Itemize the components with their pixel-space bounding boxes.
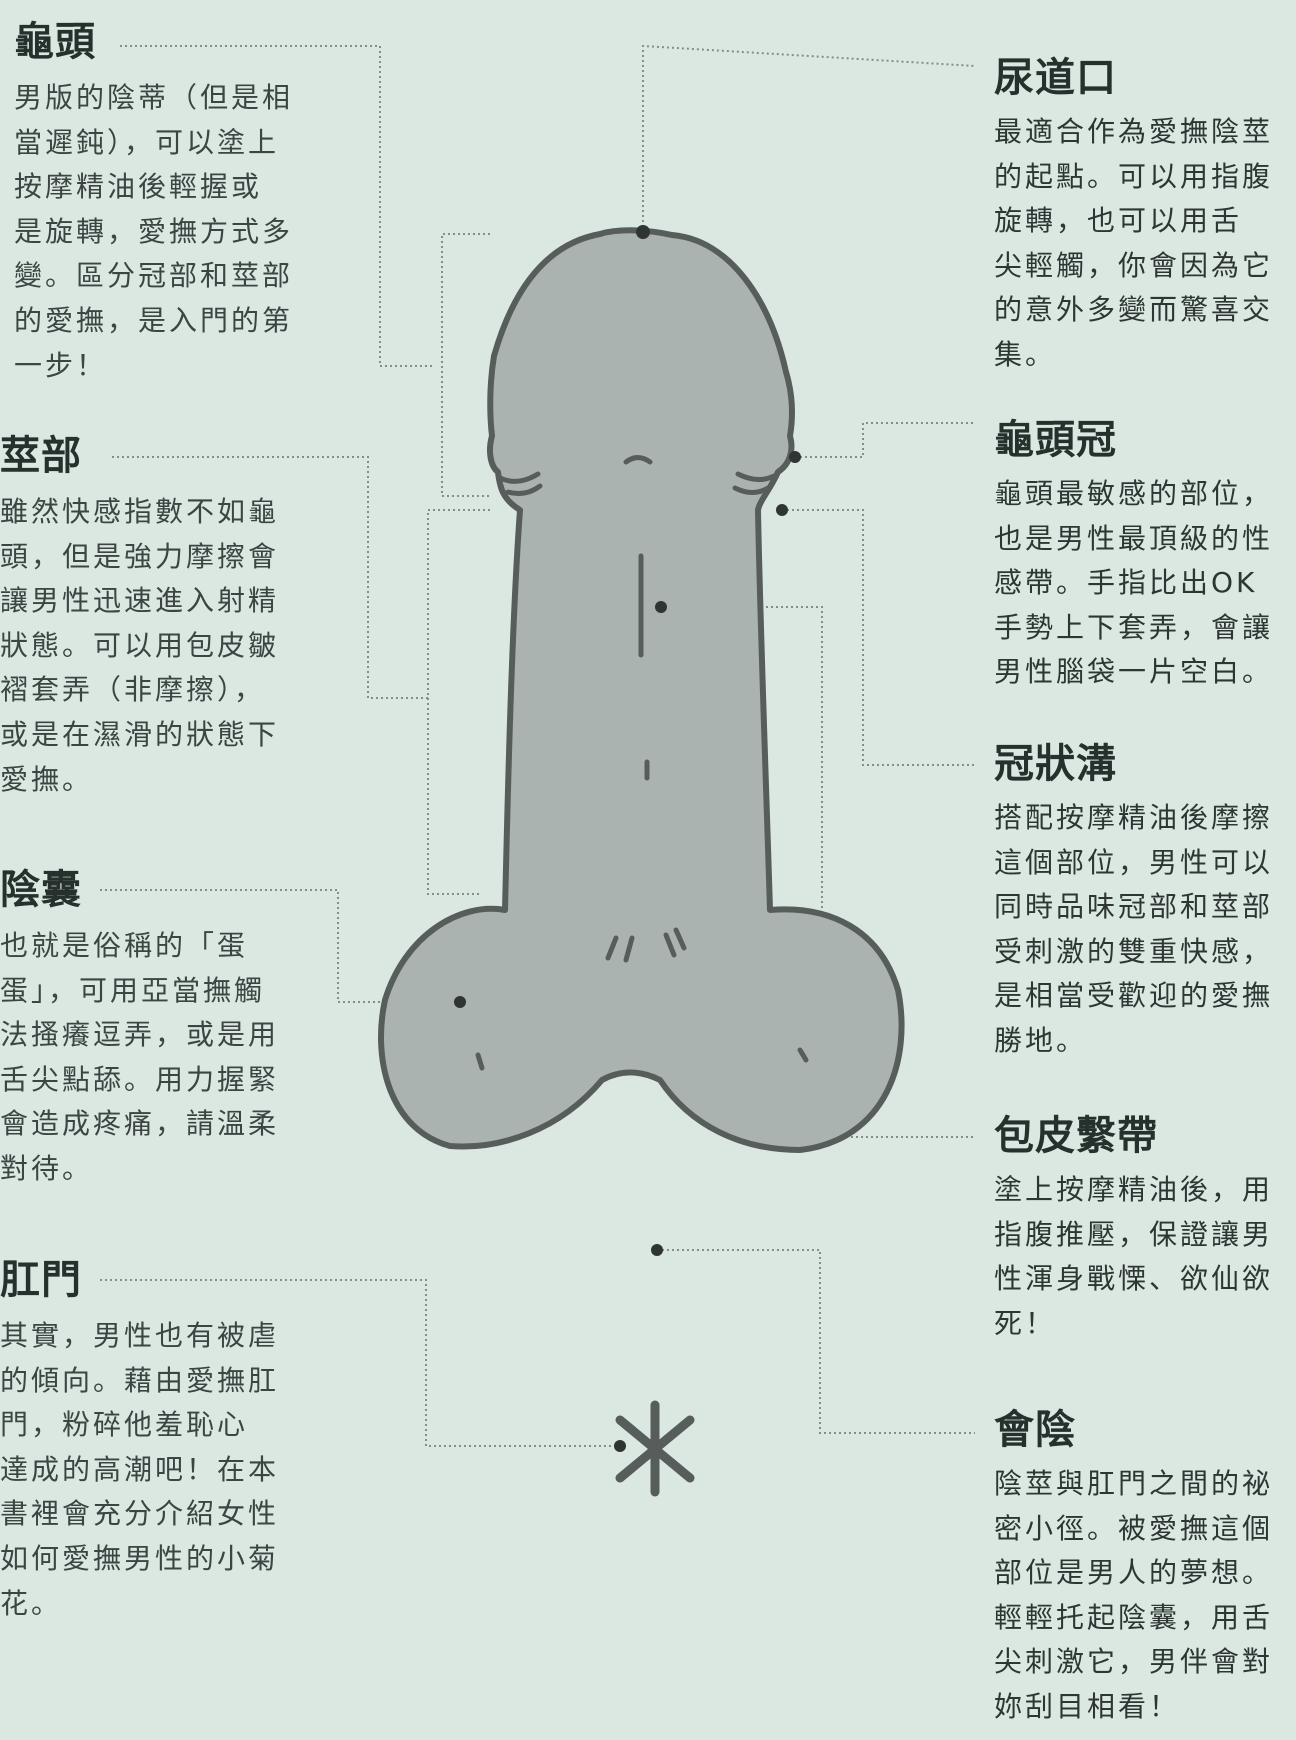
section-title: 龜頭冠 — [994, 417, 1117, 463]
section-corona: 龜頭冠 龜頭最敏感的部位， 也是男性最頂級的性 感帶。手指比出OK 手勢上下套弄… — [994, 416, 1273, 695]
section-title: 肛門 — [0, 1257, 82, 1303]
section-title: 冠狀溝 — [994, 741, 1117, 787]
section-title: 包皮繫帶 — [994, 1113, 1158, 1159]
anus-symbol — [615, 1400, 695, 1497]
section-anus: 肛門 其實，男性也有被虐 的傾向。藉由愛撫肛 門，粉碎他羞恥心 達成的高潮吧！在… — [0, 1256, 279, 1626]
leader-coronal-sulcus — [782, 509, 975, 766]
dot-perineum — [651, 1244, 663, 1256]
leader-perineum — [657, 1249, 975, 1434]
dot-frenulum — [655, 601, 667, 613]
leader-urethra — [642, 44, 976, 232]
section-title: 尿道口 — [994, 55, 1117, 101]
section-text: 最適合作為愛撫陰莖 的起點。可以用指腹 旋轉，也可以用舌 尖輕觸，你會因為它 的… — [994, 115, 1274, 371]
section-text: 龜頭最敏感的部位， 也是男性最頂級的性 感帶。手指比出OK 手勢上下套弄，會讓 … — [994, 477, 1274, 689]
section-text: 也就是俗稱的「蛋 蛋」，可用亞當撫觸 法搔癢逗弄，或是用 舌尖點舔。用力握緊 會… — [0, 929, 280, 1185]
section-title: 陰囊 — [0, 867, 82, 913]
section-coronal-sulcus: 冠狀溝 搭配按摩精油後摩擦 這個部位，男性可以 同時品味冠部和莖部 受刺激的雙重… — [994, 740, 1273, 1064]
section-text: 陰莖與肛門之間的祕 密小徑。被愛撫這個 部位是男人的夢想。 輕輕托起陰囊，用舌 … — [994, 1467, 1274, 1723]
section-title: 莖部 — [0, 433, 82, 479]
leader-corona — [795, 422, 975, 458]
section-perineum: 會陰 陰莖與肛門之間的祕 密小徑。被愛撫這個 部位是男人的夢想。 輕輕托起陰囊，… — [994, 1406, 1273, 1730]
section-title: 會陰 — [994, 1407, 1076, 1453]
leader-glans-bracket — [441, 233, 490, 497]
section-text: 搭配按摩精油後摩擦 這個部位，男性可以 同時品味冠部和莖部 受刺激的雙重快感， … — [994, 801, 1274, 1057]
section-urethral-opening: 尿道口 最適合作為愛撫陰莖 的起點。可以用指腹 旋轉，也可以用舌 尖輕觸，你會因… — [994, 54, 1273, 378]
section-text: 塗上按摩精油後，用 指腹推壓，保證讓男 性渾身戰慄、欲仙欲 死！ — [994, 1173, 1274, 1340]
section-frenulum: 包皮繫帶 塗上按摩精油後，用 指腹推壓，保證讓男 性渾身戰慄、欲仙欲 死！ — [994, 1112, 1273, 1346]
section-glans: 龜頭 男版的陰蒂（但是相 當遲鈍），可以塗上 按摩精油後輕握或 是旋轉，愛撫方式… — [14, 18, 293, 388]
section-scrotum: 陰囊 也就是俗稱的「蛋 蛋」，可用亞當撫觸 法搔癢逗弄，或是用 舌尖點舔。用力握… — [0, 866, 279, 1192]
section-text: 男版的陰蒂（但是相 當遲鈍），可以塗上 按摩精油後輕握或 是旋轉，愛撫方式多 變… — [14, 81, 294, 382]
leader-shaft-bracket — [427, 509, 490, 895]
dot-corona — [789, 451, 801, 463]
dot-sulcus — [776, 504, 788, 516]
section-title: 龜頭 — [14, 19, 96, 65]
dot-urethra — [636, 225, 650, 239]
section-shaft: 莖部 雖然快感指數不如龜 頭，但是強力摩擦會 讓男性迅速進入射精 狀態。可以用包… — [0, 432, 279, 802]
dot-scrotum — [454, 996, 466, 1008]
section-text: 雖然快感指數不如龜 頭，但是強力摩擦會 讓男性迅速進入射精 狀態。可以用包皮皺 … — [0, 495, 280, 796]
section-text: 其實，男性也有被虐 的傾向。藉由愛撫肛 門，粉碎他羞恥心 達成的高潮吧！在本 書… — [0, 1319, 280, 1620]
dot-anus — [614, 1440, 626, 1452]
organ-outline — [378, 227, 905, 1153]
